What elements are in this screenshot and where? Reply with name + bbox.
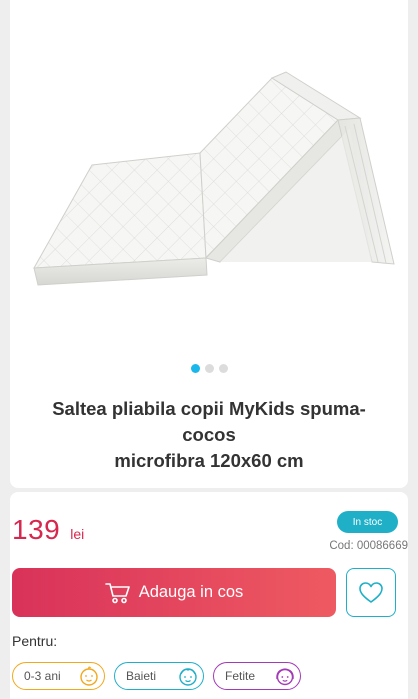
product-title-line-2: microfibra 120x60 cm xyxy=(114,450,304,471)
product-title: Saltea pliabila copii MyKids spuma-cocos… xyxy=(30,396,388,474)
price-currency: lei xyxy=(70,526,85,542)
price: 139 lei xyxy=(12,514,84,546)
audience-label: Pentru: xyxy=(12,633,58,649)
chip-label: 0-3 ani xyxy=(24,669,61,683)
chip-label: Fetite xyxy=(225,669,256,683)
add-to-cart-button[interactable]: Adauga in cos xyxy=(12,568,336,617)
price-value: 139 xyxy=(12,514,61,545)
boy-face-icon xyxy=(179,668,197,686)
stock-badge: In stoc xyxy=(337,511,398,533)
audience-chips: 0-3 ani Baieti Fetite xyxy=(12,662,301,690)
heart-icon xyxy=(359,581,383,603)
gallery-dot-1[interactable] xyxy=(190,364,200,373)
mattress-image xyxy=(33,71,395,286)
wishlist-button[interactable] xyxy=(346,568,396,617)
baby-face-icon xyxy=(80,666,98,686)
product-image[interactable] xyxy=(10,0,408,350)
product-card: Saltea pliabila copii MyKids spuma-cocos… xyxy=(10,0,408,488)
gallery-dot-2[interactable] xyxy=(204,364,214,373)
girl-face-icon xyxy=(276,668,294,686)
add-to-cart-label: Adauga in cos xyxy=(138,583,244,601)
gallery-dots xyxy=(10,364,408,373)
chip-label: Baieti xyxy=(126,669,157,683)
chip-girls[interactable]: Fetite xyxy=(213,662,301,690)
gallery-dot-3[interactable] xyxy=(218,364,228,373)
chip-age-0-3[interactable]: 0-3 ani xyxy=(12,662,105,690)
cart-icon xyxy=(104,582,130,603)
chip-boys[interactable]: Baieti xyxy=(114,662,204,690)
product-code: Cod: 00086669 xyxy=(329,540,408,552)
product-title-line-1: Saltea pliabila copii MyKids spuma-cocos xyxy=(52,398,366,445)
